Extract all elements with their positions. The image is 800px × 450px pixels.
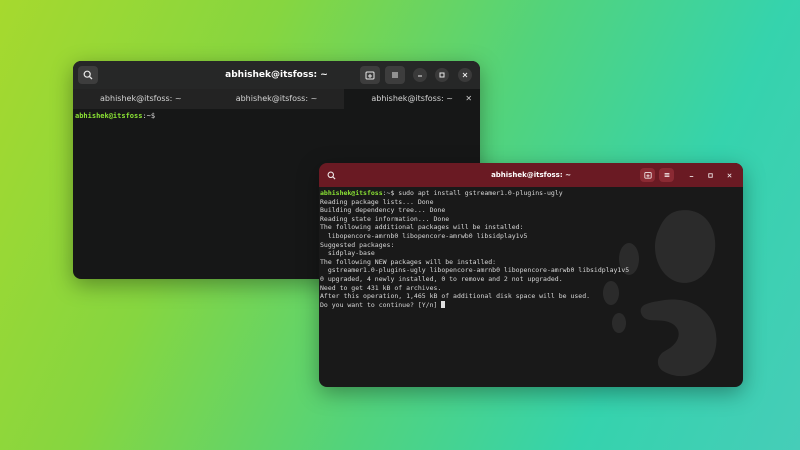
- search-button[interactable]: [325, 169, 337, 181]
- output-line: sidplay-base: [320, 249, 375, 258]
- output-line: After this operation, 1,465 kB of additi…: [320, 292, 591, 301]
- output-line: Need to get 431 kB of archives.: [320, 283, 442, 292]
- minimize-icon: [689, 175, 693, 177]
- minimize-button[interactable]: [413, 68, 427, 82]
- new-tab-icon: [643, 172, 652, 179]
- text-cursor: [441, 300, 446, 308]
- confirm-line: Do you want to continue? [Y/n]: [320, 300, 742, 310]
- close-icon: [726, 172, 732, 178]
- menu-button[interactable]: [385, 66, 405, 84]
- prompt-user: abhishek@itsfoss: [320, 189, 383, 197]
- output-line: 0 upgraded, 4 newly installed, 0 to remo…: [320, 274, 563, 283]
- confirm-prompt: Do you want to continue? [Y/n]: [320, 300, 442, 309]
- prompt-path: :~$: [382, 189, 399, 197]
- titlebar[interactable]: abhishek@itsfoss: ~: [319, 163, 743, 187]
- hamburger-menu-icon: [664, 172, 669, 178]
- prompt-path: :~$: [142, 112, 156, 120]
- terminal-window-front[interactable]: abhishek@itsfoss: ~ abhishek@itsfoss:~$ …: [319, 163, 743, 387]
- output-line: The following NEW packages will be insta…: [320, 257, 497, 266]
- maximize-icon: [439, 72, 445, 78]
- output-line: libopencore-amrnb0 libopencore-amrwb0 li…: [320, 231, 528, 240]
- output-line: Reading package lists... Done: [320, 197, 434, 206]
- output-line: Suggested packages:: [320, 240, 395, 249]
- tab-1[interactable]: abhishek@itsfoss: ~: [73, 89, 209, 109]
- window-title: abhishek@itsfoss: ~: [491, 171, 571, 179]
- tab-label: abhishek@itsfoss: ~: [235, 94, 318, 103]
- new-tab-button[interactable]: [360, 66, 380, 84]
- maximize-icon: [707, 172, 713, 178]
- search-icon: [327, 171, 336, 180]
- maximize-button[interactable]: [704, 169, 716, 181]
- tab-3-active[interactable]: abhishek@itsfoss: ~ ✕: [344, 89, 480, 109]
- output-line: The following additional packages will b…: [320, 223, 524, 232]
- terminal-output[interactable]: abhishek@itsfoss:~$: [73, 109, 480, 124]
- close-icon: [462, 72, 468, 78]
- close-button[interactable]: [458, 68, 472, 82]
- tab-close-icon[interactable]: ✕: [465, 89, 472, 109]
- new-tab-icon: [365, 71, 375, 80]
- tab-label: abhishek@itsfoss: ~: [371, 94, 453, 103]
- tab-2[interactable]: abhishek@itsfoss: ~: [209, 89, 345, 109]
- prompt-user: abhishek@itsfoss: [75, 112, 143, 120]
- titlebar[interactable]: abhishek@itsfoss: ~: [73, 61, 480, 89]
- minimize-button[interactable]: [685, 169, 697, 181]
- new-tab-button[interactable]: [640, 168, 655, 182]
- search-icon: [83, 70, 93, 80]
- terminal-output[interactable]: abhishek@itsfoss:~$ sudo apt install gst…: [319, 187, 743, 311]
- command-line: abhishek@itsfoss:~$ sudo apt install gst…: [320, 189, 742, 198]
- close-button[interactable]: [723, 169, 735, 181]
- minimize-icon: [418, 75, 422, 77]
- tab-bar: abhishek@itsfoss: ~ abhishek@itsfoss: ~ …: [73, 89, 480, 109]
- output-line: Reading state information... Done: [320, 214, 450, 223]
- menu-button[interactable]: [659, 168, 674, 182]
- hamburger-menu-icon: [392, 72, 398, 78]
- tab-label: abhishek@itsfoss: ~: [100, 94, 182, 103]
- search-button[interactable]: [78, 66, 98, 84]
- maximize-button[interactable]: [435, 68, 449, 82]
- output-line: Building dependency tree... Done: [320, 206, 446, 215]
- desktop: { "window1": { "title": "abhishek@itsfos…: [0, 0, 800, 450]
- output-line: gstreamer1.0-plugins-ugly libopencore-am…: [320, 266, 630, 275]
- command-text: sudo apt install gstreamer1.0-plugins-ug…: [398, 189, 563, 197]
